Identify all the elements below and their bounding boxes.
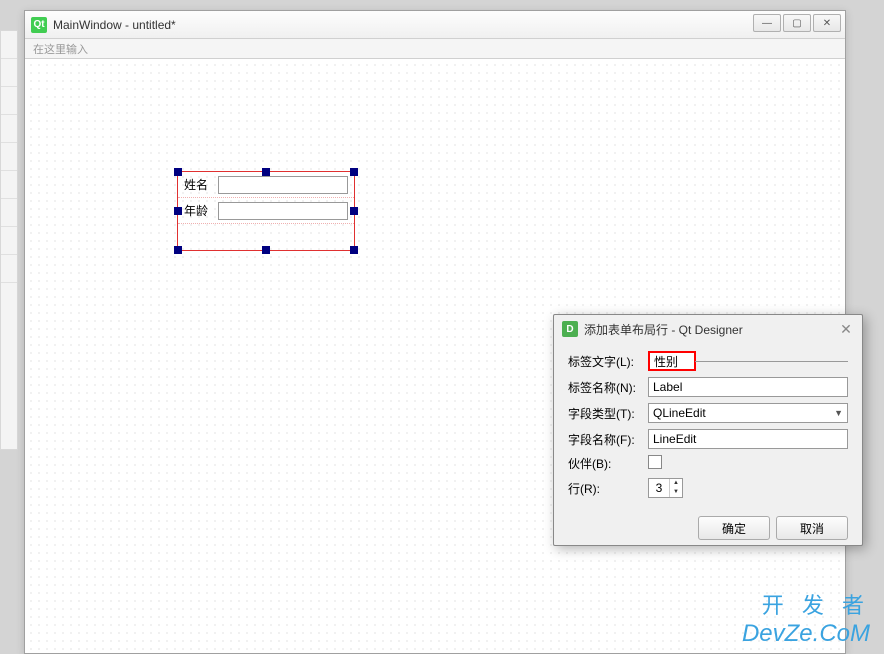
- field-type-value: QLineEdit: [653, 406, 706, 420]
- field-label: 字段名称(F):: [568, 431, 648, 448]
- form-layout-selection[interactable]: 姓名 年龄: [177, 171, 355, 251]
- resize-handle[interactable]: [262, 168, 270, 176]
- resize-handle[interactable]: [262, 246, 270, 254]
- qt-icon: Qt: [31, 17, 47, 33]
- title-bar: Qt MainWindow - untitled* — ▢ ✕: [25, 11, 845, 39]
- menu-bar-hint[interactable]: 在这里输入: [25, 39, 845, 59]
- resize-handle[interactable]: [174, 207, 182, 215]
- dialog-close-button[interactable]: ✕: [838, 321, 854, 337]
- row-label-name: 标签名称(N):: [568, 377, 848, 397]
- row-spinner-value: 3: [649, 479, 669, 497]
- form-row-label: 姓名: [184, 176, 214, 193]
- resize-handle[interactable]: [350, 246, 358, 254]
- resize-handle[interactable]: [350, 168, 358, 176]
- resize-handle[interactable]: [174, 168, 182, 176]
- designer-icon: D: [562, 321, 578, 337]
- editor-left-strip: [0, 30, 18, 450]
- field-label: 标签文字(L):: [568, 353, 648, 370]
- row-field-type: 字段类型(T): QLineEdit ▼: [568, 403, 848, 423]
- field-label: 伙伴(B):: [568, 455, 648, 472]
- field-label: 字段类型(T):: [568, 405, 648, 422]
- spinner-down-icon[interactable]: ▼: [670, 488, 682, 497]
- buddy-checkbox[interactable]: [648, 455, 662, 469]
- dialog-body: 标签文字(L): 标签名称(N): 字段类型(T): QLineEdit ▼: [554, 343, 862, 508]
- row-spinner[interactable]: 3 ▲ ▼: [648, 478, 683, 498]
- resize-handle[interactable]: [174, 246, 182, 254]
- menu-type-here: 在这里输入: [33, 41, 88, 57]
- dialog-title: 添加表单布局行 - Qt Designer: [584, 321, 743, 338]
- add-form-row-dialog: D 添加表单布局行 - Qt Designer ✕ 标签文字(L): 标签名称(…: [553, 314, 863, 546]
- spinner-up-icon[interactable]: ▲: [670, 479, 682, 488]
- close-button[interactable]: ✕: [813, 14, 841, 32]
- ok-button[interactable]: 确定: [698, 516, 770, 540]
- cancel-button[interactable]: 取消: [776, 516, 848, 540]
- field-label: 行(R):: [568, 480, 648, 497]
- row-field-name: 字段名称(F):: [568, 429, 848, 449]
- row-buddy: 伙伴(B):: [568, 455, 848, 472]
- form-row-1[interactable]: 年龄: [178, 198, 354, 224]
- row-label-text: 标签文字(L):: [568, 351, 848, 371]
- chevron-down-icon: ▼: [834, 408, 843, 418]
- dialog-title-bar[interactable]: D 添加表单布局行 - Qt Designer ✕: [554, 315, 862, 343]
- row-rownum: 行(R): 3 ▲ ▼: [568, 478, 848, 498]
- field-label: 标签名称(N):: [568, 379, 648, 396]
- field-type-select[interactable]: QLineEdit ▼: [648, 403, 848, 423]
- form-row-label: 年龄: [184, 202, 214, 219]
- window-title: MainWindow - untitled*: [53, 18, 176, 32]
- form-row-input[interactable]: [218, 176, 348, 194]
- form-row-input[interactable]: [218, 202, 348, 220]
- dialog-button-bar: 确定 取消: [554, 508, 862, 548]
- field-name-input[interactable]: [648, 429, 848, 449]
- minimize-button[interactable]: —: [753, 14, 781, 32]
- label-text-input[interactable]: [648, 351, 696, 371]
- resize-handle[interactable]: [350, 207, 358, 215]
- label-name-input[interactable]: [648, 377, 848, 397]
- maximize-button[interactable]: ▢: [783, 14, 811, 32]
